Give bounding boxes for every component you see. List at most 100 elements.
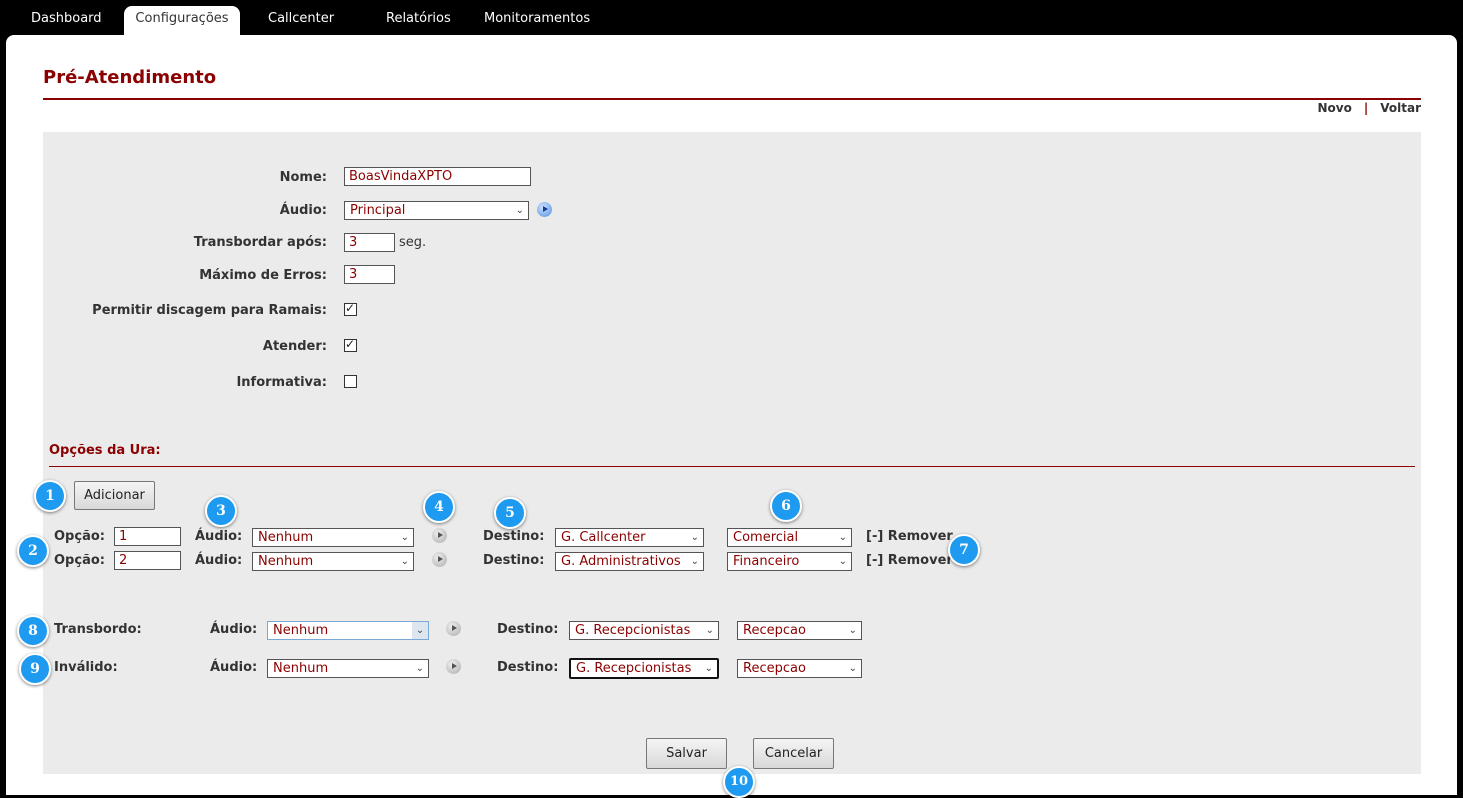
opcao-audio-label: Áudio: — [195, 553, 243, 568]
annotation-badge: 6 — [770, 490, 802, 522]
opcao-destino2-select[interactable]: Financeiro ⌄ — [727, 552, 852, 571]
transbordo-audio-select[interactable]: Nenhum ⌄ — [267, 621, 429, 640]
chevron-down-icon: ⌄ — [838, 556, 847, 567]
transbordar-unit: seg. — [399, 235, 427, 250]
play-audio-icon[interactable] — [432, 552, 447, 567]
chevron-down-icon: ⌄ — [412, 622, 428, 639]
annotation-badge: 5 — [494, 497, 526, 529]
invalido-label: Inválido: — [54, 660, 118, 675]
transbordo-destino-select[interactable]: G. Recepcionistas ⌄ — [569, 621, 719, 640]
audio-select[interactable]: Principal ⌄ — [344, 201, 529, 220]
opcao-audio-select[interactable]: Nenhum ⌄ — [252, 552, 414, 571]
transbordo-destino2-select[interactable]: Recepcao ⌄ — [737, 621, 862, 640]
page-links: Novo | Voltar — [1318, 101, 1422, 115]
top-nav-bar: Dashboard Configurações Callcenter Relat… — [0, 0, 1463, 36]
chevron-down-icon: ⌄ — [848, 663, 857, 674]
ura-section-title: Opções da Ura: — [49, 443, 161, 458]
informativa-checkbox[interactable] — [344, 375, 357, 388]
play-audio-icon[interactable] — [446, 659, 461, 674]
invalido-destino-value: G. Recepcionistas — [576, 661, 692, 676]
chevron-down-icon: ⌄ — [848, 625, 857, 636]
voltar-link[interactable]: Voltar — [1380, 101, 1421, 115]
transbordo-destino2-value: Recepcao — [743, 623, 806, 638]
page-title: Pré-Atendimento — [43, 67, 217, 88]
remove-option-link[interactable]: [-] Remover — [866, 553, 953, 568]
transbordo-audio-label: Áudio: — [210, 622, 258, 637]
link-separator: | — [1363, 101, 1369, 115]
annotation-badge: 7 — [948, 534, 980, 566]
opcao-destino2-value: Financeiro — [733, 554, 800, 569]
play-audio-icon[interactable] — [537, 202, 552, 217]
opcao-destino-value: G. Callcenter — [561, 530, 646, 545]
chevron-down-icon: ⌄ — [400, 556, 409, 567]
opcao-destino-value: G. Administrativos — [561, 554, 681, 569]
chevron-down-icon: ⌄ — [515, 205, 524, 216]
annotation-badge: 4 — [423, 491, 455, 523]
invalido-audio-value: Nenhum — [273, 661, 329, 676]
annotation-badge: 8 — [17, 615, 49, 647]
chevron-down-icon: ⌄ — [690, 556, 699, 567]
form-panel — [43, 132, 1421, 774]
max-erros-input[interactable] — [344, 265, 395, 284]
transbordar-label: Transbordar após: — [193, 235, 327, 250]
annotation-badge: 10 — [723, 766, 755, 798]
opcao-destino2-select[interactable]: Comercial ⌄ — [727, 528, 852, 547]
tab-callcenter[interactable]: Callcenter — [268, 6, 334, 36]
tab-monitoramentos[interactable]: Monitoramentos — [484, 6, 590, 36]
chevron-down-icon: ⌄ — [705, 625, 714, 636]
remove-option-link[interactable]: [-] Remover — [866, 529, 953, 544]
add-option-button[interactable]: Adicionar — [74, 481, 155, 510]
transbordar-input[interactable] — [344, 233, 395, 252]
annotation-badge: 1 — [34, 480, 66, 512]
invalido-audio-select[interactable]: Nenhum ⌄ — [267, 659, 429, 678]
annotation-badge: 3 — [205, 495, 237, 527]
opcao-audio-value: Nenhum — [258, 530, 314, 545]
atender-label: Atender: — [262, 339, 327, 354]
atender-checkbox[interactable]: ✓ — [344, 337, 357, 352]
novo-link[interactable]: Novo — [1318, 101, 1352, 115]
check-icon: ✓ — [345, 337, 356, 351]
invalido-destino2-select[interactable]: Recepcao ⌄ — [737, 659, 862, 678]
informativa-label: Informativa: — [236, 375, 327, 390]
opcao-label: Opção: — [54, 529, 105, 544]
play-audio-icon[interactable] — [446, 621, 461, 636]
chevron-down-icon: ⌄ — [838, 532, 847, 543]
chevron-down-icon: ⌄ — [415, 663, 424, 674]
nome-input[interactable] — [344, 167, 531, 186]
invalido-audio-label: Áudio: — [210, 660, 258, 675]
play-audio-icon[interactable] — [432, 528, 447, 543]
invalido-destino-label: Destino: — [497, 660, 559, 675]
nome-label: Nome: — [279, 170, 327, 185]
transbordo-audio-value: Nenhum — [273, 623, 329, 638]
opcao-destino-label: Destino: — [483, 529, 545, 544]
opcao-destino-select[interactable]: G. Callcenter ⌄ — [555, 528, 704, 547]
ura-section-divider — [49, 466, 1415, 467]
opcao-audio-label: Áudio: — [195, 529, 243, 544]
opcao-destino-label: Destino: — [483, 553, 545, 568]
save-button[interactable]: Salvar — [646, 738, 727, 769]
opcao-label: Opção: — [54, 553, 105, 568]
chevron-down-icon: ⌄ — [704, 663, 713, 674]
opcao-audio-select[interactable]: Nenhum ⌄ — [252, 528, 414, 547]
tab-dashboard[interactable]: Dashboard — [31, 6, 102, 36]
opcao-input[interactable] — [114, 527, 181, 546]
opcao-input[interactable] — [114, 551, 181, 570]
opcao-audio-value: Nenhum — [258, 554, 314, 569]
chevron-down-icon: ⌄ — [400, 532, 409, 543]
tab-relatorios[interactable]: Relatórios — [386, 6, 451, 36]
transbordo-destino-value: G. Recepcionistas — [575, 623, 691, 638]
cancel-button[interactable]: Cancelar — [753, 738, 834, 769]
audio-label: Áudio: — [279, 203, 327, 218]
title-divider — [43, 98, 1421, 100]
invalido-destino2-value: Recepcao — [743, 661, 806, 676]
opcao-destino-select[interactable]: G. Administrativos ⌄ — [555, 552, 704, 571]
annotation-badge: 9 — [19, 653, 51, 685]
invalido-destino-select[interactable]: G. Recepcionistas ⌄ — [569, 658, 719, 679]
audio-select-value: Principal — [350, 203, 406, 218]
annotation-badge: 2 — [17, 535, 49, 567]
tab-configuracoes[interactable]: Configurações — [124, 6, 240, 36]
check-icon: ✓ — [345, 301, 356, 315]
max-erros-label: Máximo de Erros: — [199, 268, 327, 283]
chevron-down-icon: ⌄ — [690, 532, 699, 543]
permitir-ramais-checkbox[interactable]: ✓ — [344, 301, 357, 316]
